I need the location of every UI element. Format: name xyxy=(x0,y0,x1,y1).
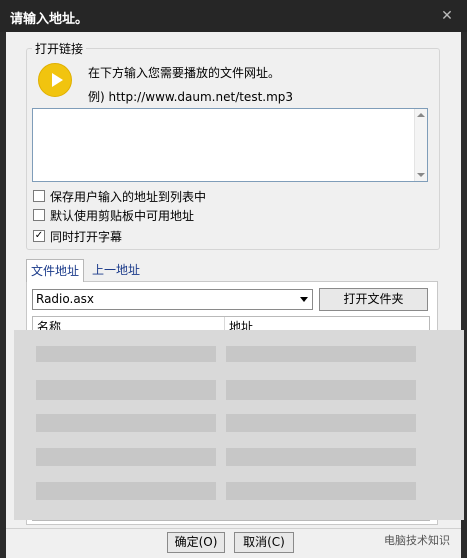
chevron-down-icon[interactable] xyxy=(300,297,308,302)
save-to-list-label: 保存用户输入的地址到列表中 xyxy=(50,190,207,204)
watermark-text: 电脑技术知识 xyxy=(384,534,450,547)
ok-button[interactable]: 确定(O) xyxy=(167,532,225,553)
open-subtitles-checkbox[interactable]: ✓ xyxy=(33,230,45,242)
close-icon[interactable]: ✕ xyxy=(438,7,456,25)
use-clipboard-checkbox[interactable] xyxy=(33,209,45,221)
open-folder-button[interactable]: 打开文件夹 xyxy=(319,288,428,311)
group-label: 打开链接 xyxy=(32,40,87,57)
blurred-row xyxy=(226,448,416,466)
blurred-row xyxy=(36,448,216,466)
title-bar: 请输入地址。 ✕ xyxy=(0,0,467,32)
url-input-scrollbar[interactable] xyxy=(414,109,427,181)
cancel-button[interactable]: 取消(C) xyxy=(234,532,294,553)
play-icon xyxy=(38,63,72,97)
tab-file-address[interactable]: 文件地址 xyxy=(26,259,85,282)
example-text: 例) http://www.daum.net/test.mp3 xyxy=(88,90,294,104)
scroll-up-icon[interactable] xyxy=(417,113,425,117)
blurred-row xyxy=(36,346,216,362)
window-title: 请输入地址。 xyxy=(10,12,89,27)
blurred-row xyxy=(36,414,216,432)
blurred-row xyxy=(226,414,416,432)
tab-previous-address[interactable]: 上一地址 xyxy=(88,259,144,281)
blurred-row xyxy=(226,380,416,400)
blurred-row xyxy=(36,380,216,400)
open-subtitles-label: 同时打开字幕 xyxy=(50,230,123,244)
save-to-list-checkbox[interactable] xyxy=(33,190,45,202)
blurred-region xyxy=(14,330,464,520)
use-clipboard-label: 默认使用剪贴板中可用地址 xyxy=(50,209,195,223)
blurred-row xyxy=(36,482,216,500)
url-input[interactable] xyxy=(32,108,428,182)
scroll-down-icon[interactable] xyxy=(417,173,425,177)
blurred-row xyxy=(226,346,416,362)
instruction-text: 在下方输入您需要播放的文件网址。 xyxy=(88,66,281,80)
blurred-row xyxy=(226,482,416,500)
combo-value: Radio.asx xyxy=(36,292,95,306)
file-combo[interactable]: Radio.asx xyxy=(32,289,313,310)
